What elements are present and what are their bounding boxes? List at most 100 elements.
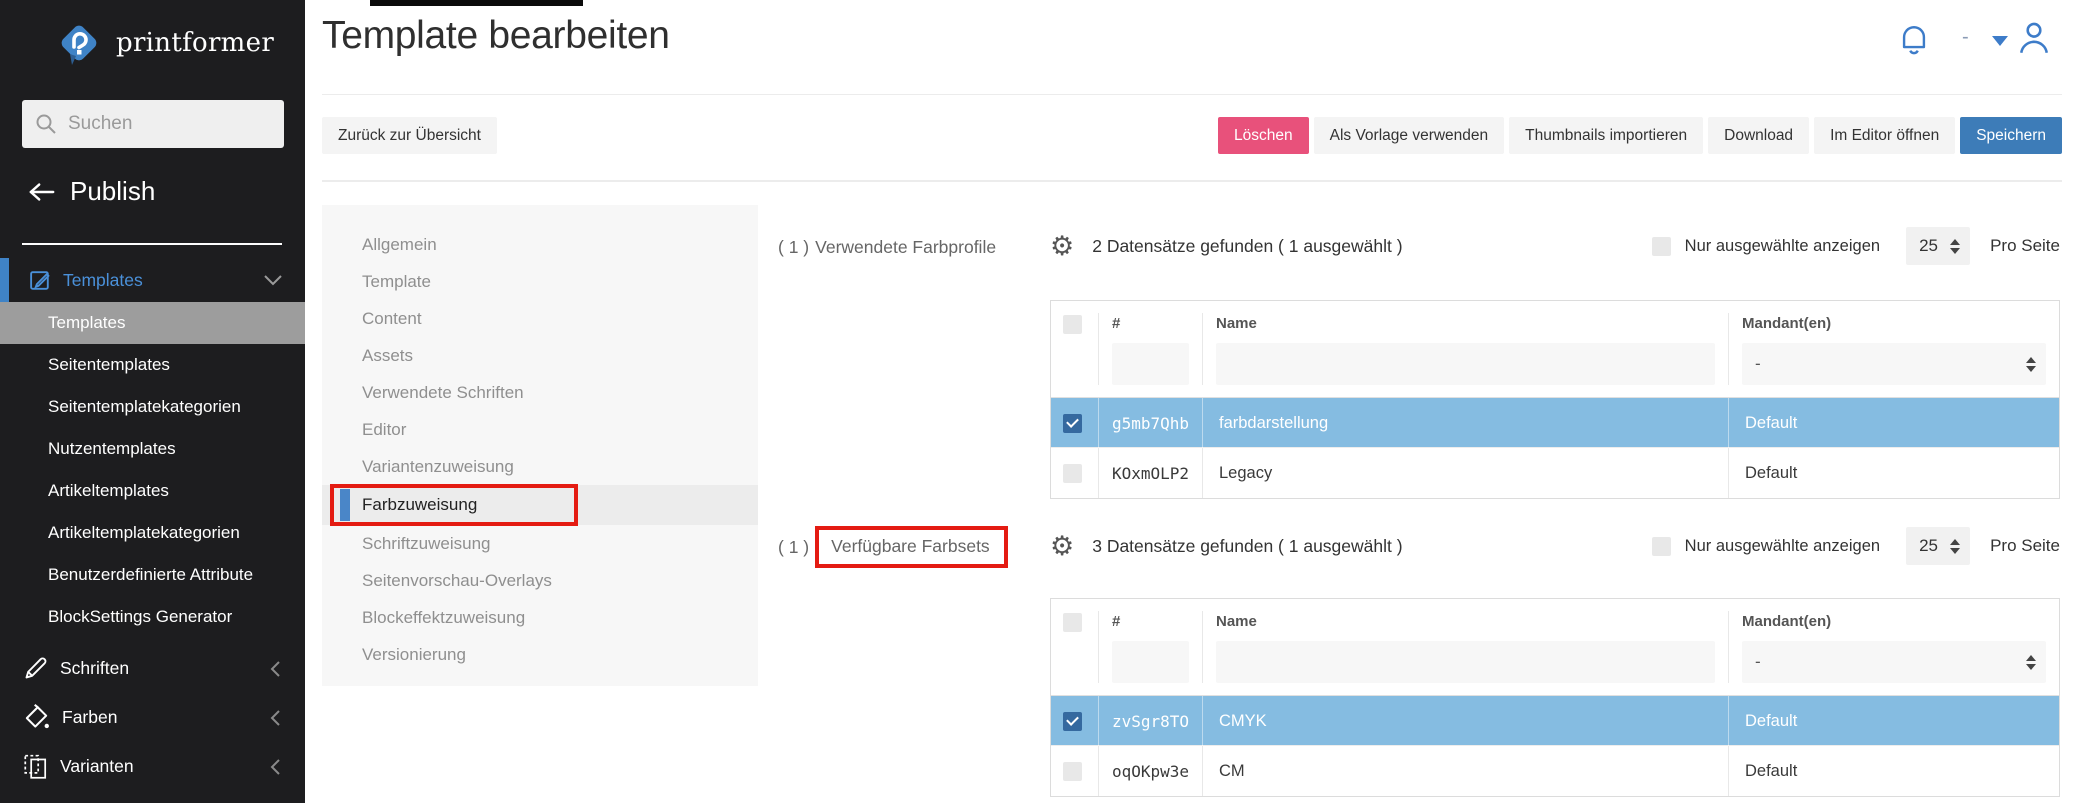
user-separator: -: [1962, 26, 1969, 49]
varianten-label: Varianten: [60, 756, 134, 777]
table-row[interactable]: oqOKpw3e CM Default: [1051, 746, 2059, 796]
sidebar-item-nutzentemplates[interactable]: Nutzentemplates: [0, 428, 305, 470]
row-name: CM: [1203, 746, 1729, 796]
sidebar-item-artikeltemplatekategorien[interactable]: Artikeltemplatekategorien: [0, 512, 305, 554]
tab-assets[interactable]: Assets: [322, 337, 758, 374]
tab-variantenzuweisung[interactable]: Variantenzuweisung: [322, 448, 758, 485]
filter-id-input[interactable]: [1112, 641, 1189, 683]
tab-schriftzuweisung[interactable]: Schriftzuweisung: [322, 525, 758, 562]
section-count: ( 1 ): [778, 237, 809, 258]
tab-blockeffektzuweisung[interactable]: Blockeffektzuweisung: [322, 599, 758, 636]
row-checkbox[interactable]: [1063, 414, 1082, 433]
use-as-template-button[interactable]: Als Vorlage verwenden: [1314, 117, 1505, 154]
delete-button[interactable]: Löschen: [1218, 117, 1309, 154]
sidebar-item-seitentemplatekategorien[interactable]: Seitentemplatekategorien: [0, 386, 305, 428]
import-thumbnails-button[interactable]: Thumbnails importieren: [1509, 117, 1703, 154]
farbsets-list-header: ⚙ 3 Datensätze gefunden ( 1 ausgewählt )…: [1050, 524, 2060, 568]
section-label-verwendete-farbprofile: ( 1 ) Verwendete Farbprofile: [778, 226, 996, 268]
brand-name: printformer: [116, 28, 274, 58]
only-selected-checkbox[interactable]: [1652, 537, 1671, 556]
filter-mandant-select[interactable]: -: [1742, 343, 2046, 385]
records-status: 3 Datensätze gefunden ( 1 ausgewählt ): [1092, 536, 1402, 557]
tab-template[interactable]: Template: [322, 263, 758, 300]
table-row[interactable]: KOxmOLP2 Legacy Default: [1051, 448, 2059, 498]
sidebar-divider: [22, 243, 282, 245]
sidebar-item-farben[interactable]: Farben: [0, 693, 305, 742]
row-name: farbdarstellung: [1203, 398, 1729, 448]
section-count: ( 1 ): [778, 537, 809, 558]
column-header-mandant: Mandant(en): [1742, 611, 2059, 633]
open-in-editor-button[interactable]: Im Editor öffnen: [1814, 117, 1955, 154]
annotation-box-verfuegbare-farbsets: Verfügbare Farbsets: [815, 526, 1008, 568]
chevron-left-icon: [270, 709, 281, 727]
row-name: Legacy: [1203, 448, 1729, 498]
title-divider: [322, 94, 2062, 95]
filter-name-input[interactable]: [1216, 343, 1715, 385]
only-selected-checkbox[interactable]: [1652, 237, 1671, 256]
table-header: # Name Mandant(en) -: [1051, 599, 2059, 696]
chevron-left-icon: [270, 758, 281, 776]
sidebar-item-benutzerdefinierte-attribute[interactable]: Benutzerdefinierte Attribute: [0, 554, 305, 596]
notifications-bell-icon[interactable]: [1897, 21, 1931, 59]
sidebar-item-templates-parent[interactable]: Templates: [0, 258, 305, 302]
per-page-select[interactable]: 25: [1906, 527, 1970, 565]
sidebar-item-seitentemplates[interactable]: Seitentemplates: [0, 344, 305, 386]
tab-content[interactable]: Content: [322, 300, 758, 337]
save-button[interactable]: Speichern: [1960, 117, 2062, 154]
table-row[interactable]: g5mb7Qhb farbdarstellung Default: [1051, 398, 2059, 448]
active-section-bar: [0, 258, 9, 302]
per-page-select[interactable]: 25: [1906, 227, 1970, 265]
brand-header: printformer: [0, 0, 305, 70]
sidebar-item-varianten[interactable]: Varianten: [0, 742, 305, 791]
per-page-value: 25: [1919, 236, 1938, 256]
table-header: # Name Mandant(en) -: [1051, 301, 2059, 398]
column-header-mandant: Mandant(en): [1742, 313, 2059, 335]
row-checkbox[interactable]: [1063, 762, 1082, 781]
row-name: CMYK: [1203, 696, 1729, 746]
edit-square-icon: [28, 268, 53, 293]
section-label-text: Verfügbare Farbsets: [831, 536, 990, 556]
sidebar-item-schriften[interactable]: Schriften: [0, 644, 305, 693]
user-profile-icon[interactable]: [2016, 18, 2052, 56]
farbprofile-table: # Name Mandant(en) - g5mb7Qhb farbdarste…: [1050, 300, 2060, 499]
tab-versionierung[interactable]: Versionierung: [322, 636, 758, 673]
row-id: g5mb7Qhb: [1099, 398, 1203, 448]
row-checkbox[interactable]: [1063, 464, 1082, 483]
column-header-name: Name: [1216, 611, 1728, 633]
sidebar-item-blocksettings-generator[interactable]: BlockSettings Generator: [0, 596, 305, 638]
search-icon: [34, 112, 58, 136]
sidebar: printformer Publish Templates Templates …: [0, 0, 305, 803]
paint-bucket-icon: [22, 703, 51, 732]
active-tab-indicator: [340, 489, 350, 521]
user-menu-caret-icon[interactable]: [1992, 36, 2008, 46]
table-row[interactable]: zvSgr8TO CMYK Default: [1051, 696, 2059, 746]
tab-farbzuweisung[interactable]: Farbzuweisung: [322, 485, 758, 525]
templates-parent-label: Templates: [63, 270, 143, 291]
printformer-logo-icon: [52, 16, 106, 70]
search-input[interactable]: [68, 113, 248, 135]
sidebar-item-artikeltemplates[interactable]: Artikeltemplates: [0, 470, 305, 512]
records-status: 2 Datensätze gefunden ( 1 ausgewählt ): [1092, 236, 1402, 257]
tab-seitenvorschau-overlays[interactable]: Seitenvorschau-Overlays: [322, 562, 758, 599]
back-to-overview-button[interactable]: Zurück zur Übersicht: [322, 117, 497, 154]
settings-gear-icon[interactable]: ⚙: [1050, 233, 1074, 260]
sidebar-item-templates[interactable]: Templates: [0, 302, 305, 344]
publish-back-link[interactable]: Publish: [28, 176, 155, 207]
farben-label: Farben: [62, 707, 117, 728]
tab-verwendete-schriften[interactable]: Verwendete Schriften: [322, 374, 758, 411]
sidebar-search[interactable]: [22, 100, 284, 148]
select-all-checkbox[interactable]: [1063, 315, 1082, 334]
row-checkbox[interactable]: [1063, 712, 1082, 731]
tab-editor[interactable]: Editor: [322, 411, 758, 448]
settings-gear-icon[interactable]: ⚙: [1050, 533, 1074, 560]
download-button[interactable]: Download: [1708, 117, 1809, 154]
only-selected-label: Nur ausgewählte anzeigen: [1685, 237, 1880, 256]
per-page-value: 25: [1919, 536, 1938, 556]
select-all-checkbox[interactable]: [1063, 613, 1082, 632]
filter-mandant-select[interactable]: -: [1742, 641, 2046, 683]
section-label-verfuegbare-farbsets: ( 1 ) Verfügbare Farbsets: [778, 526, 1008, 568]
filter-name-input[interactable]: [1216, 641, 1715, 683]
tab-allgemein[interactable]: Allgemein: [322, 226, 758, 263]
filter-id-input[interactable]: [1112, 343, 1189, 385]
select-arrows-icon: [1940, 539, 1960, 554]
